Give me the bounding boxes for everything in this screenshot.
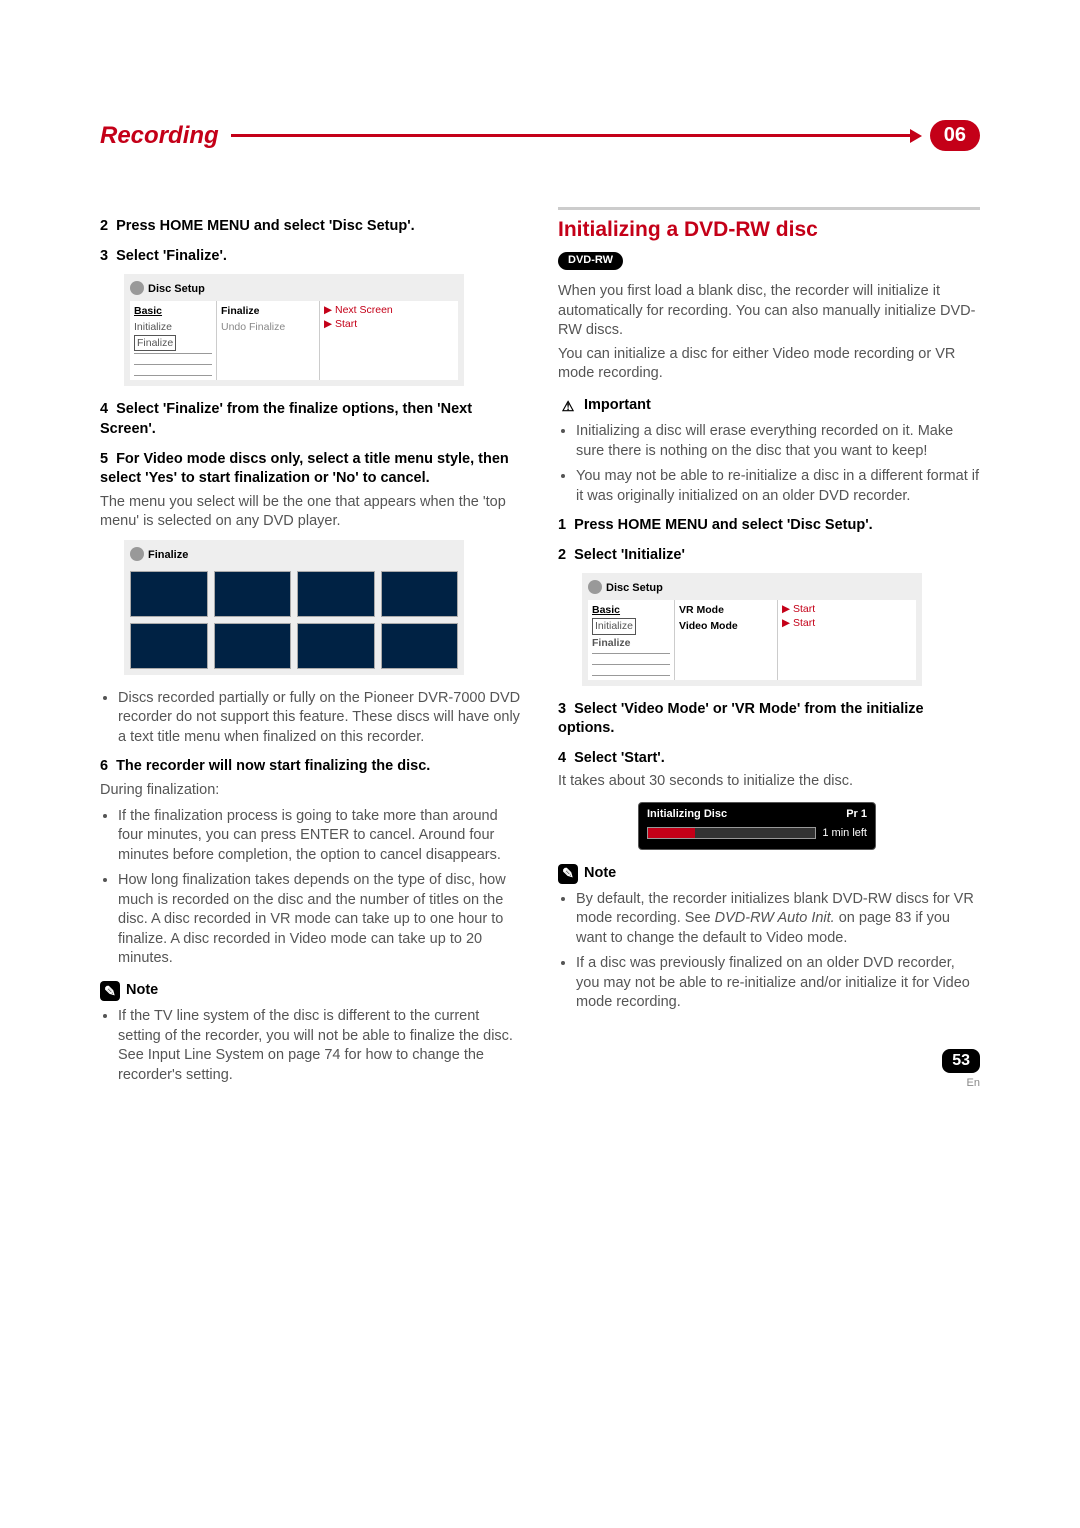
- step-6-sub: During finalization:: [100, 781, 522, 801]
- note-head: Note: [126, 981, 158, 1001]
- step-3r: 3Select 'Video Mode' or 'VR Mode' from t…: [558, 700, 980, 739]
- dvr7000-note: Discs recorded partially or fully on the…: [100, 689, 522, 748]
- thumb: [130, 571, 208, 617]
- menu-item-basic: Basic: [592, 602, 670, 618]
- menu-option-video: Video Mode: [679, 618, 773, 634]
- thumb: [381, 623, 459, 669]
- list-item: How long finalization takes depends on t…: [118, 871, 522, 969]
- note-head: Note: [584, 864, 616, 884]
- menu-item-initialize: Initialize: [134, 319, 212, 335]
- thumb: [297, 623, 375, 669]
- important-notes: Initializing a disc will erase everythin…: [558, 422, 980, 506]
- menu-option-finalize: Finalize: [221, 303, 315, 319]
- progress-time: 1 min left: [822, 826, 867, 841]
- menu-header: Disc Setup: [130, 280, 458, 301]
- thumb: [130, 623, 208, 669]
- step-6: 6The recorder will now start finalizing …: [100, 757, 522, 777]
- progress-bar: [647, 827, 816, 839]
- menu-item-finalize: Finalize: [134, 335, 176, 351]
- step-4r: 4Select 'Start'.: [558, 749, 980, 769]
- important-callout: ⚠ Important: [558, 396, 980, 416]
- list-item: By default, the recorder initializes bla…: [576, 890, 980, 949]
- chapter-header: Recording 06: [100, 120, 980, 151]
- thumb: [297, 571, 375, 617]
- progress-title: Initializing Disc: [647, 807, 727, 822]
- page-footer: 53 En: [942, 1049, 980, 1091]
- note-icon: ✎: [558, 864, 578, 884]
- chapter-title: Recording: [100, 122, 219, 150]
- menu-item-basic: Basic: [134, 303, 212, 319]
- step-2: 2Press HOME MENU and select 'Disc Setup'…: [100, 217, 522, 237]
- chapter-number: 06: [930, 120, 980, 151]
- menu-item-initialize: Initialize: [592, 618, 636, 634]
- header-rule: [231, 134, 914, 137]
- thumb: [381, 571, 459, 617]
- page-number: 53: [942, 1049, 980, 1073]
- menu-action-start: ▶ Start: [324, 317, 454, 331]
- list-item: If the finalization process is going to …: [118, 807, 522, 866]
- finalize-notes: If the finalization process is going to …: [100, 807, 522, 970]
- format-badge: DVD-RW: [558, 252, 623, 270]
- menu-header: Disc Setup: [588, 579, 916, 600]
- left-column: 2Press HOME MENU and select 'Disc Setup'…: [100, 207, 522, 1091]
- progress-pr: Pr 1: [846, 807, 867, 822]
- intro-1: When you first load a blank disc, the re…: [558, 282, 980, 341]
- menu-option-undo: Undo Finalize: [221, 319, 315, 335]
- note-icon: ✎: [100, 981, 120, 1001]
- right-column: Initializing a DVD-RW disc DVD-RW When y…: [558, 207, 980, 1091]
- disc-setup-finalize-screenshot: Disc Setup Basic Initialize Finalize Fin…: [124, 274, 464, 386]
- disc-setup-initialize-screenshot: Disc Setup Basic Initialize Finalize VR …: [582, 573, 922, 685]
- menu-action-start: ▶ Start: [782, 602, 912, 616]
- step-1: 1Press HOME MENU and select 'Disc Setup'…: [558, 516, 980, 536]
- menu-item-finalize: Finalize: [592, 635, 670, 651]
- step-5: 5For Video mode discs only, select a tit…: [100, 450, 522, 489]
- warning-icon: ⚠: [558, 396, 578, 416]
- list-item: Initializing a disc will erase everythin…: [576, 422, 980, 461]
- thumb: [214, 623, 292, 669]
- list-item: If a disc was previously finalized on an…: [576, 954, 980, 1013]
- step-2r: 2Select 'Initialize': [558, 546, 980, 566]
- step-4: 4Select 'Finalize' from the finalize opt…: [100, 400, 522, 439]
- init-notes: By default, the recorder initializes bla…: [558, 890, 980, 1013]
- important-head: Important: [584, 396, 651, 416]
- menu-option-vr: VR Mode: [679, 602, 773, 618]
- intro-2: You can initialize a disc for either Vid…: [558, 345, 980, 384]
- thumbs-header: Finalize: [130, 546, 458, 567]
- tv-line-note: If the TV line system of the disc is dif…: [100, 1007, 522, 1085]
- list-item: If the TV line system of the disc is dif…: [118, 1007, 522, 1085]
- list-item: You may not be able to re-initialize a d…: [576, 467, 980, 506]
- initialize-progress: Initializing Disc Pr 1 1 min left: [638, 802, 876, 850]
- page-lang: En: [967, 1077, 980, 1089]
- menu-action-next: ▶ Next Screen: [324, 303, 454, 317]
- list-item: Discs recorded partially or fully on the…: [118, 689, 522, 748]
- step-4r-body: It takes about 30 seconds to initialize …: [558, 772, 980, 792]
- step-5-body: The menu you select will be the one that…: [100, 493, 522, 532]
- finalize-thumbnails: Finalize: [124, 540, 464, 675]
- note-callout: ✎ Note: [100, 981, 522, 1001]
- step-3: 3Select 'Finalize'.: [100, 247, 522, 267]
- note-callout: ✎ Note: [558, 864, 980, 884]
- thumb: [214, 571, 292, 617]
- menu-action-start: ▶ Start: [782, 616, 912, 630]
- section-heading: Initializing a DVD-RW disc: [558, 207, 980, 244]
